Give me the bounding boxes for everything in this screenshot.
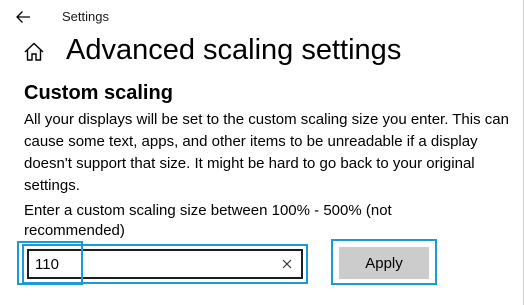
settings-window: Settings Advanced scaling settings Custo… <box>0 0 524 305</box>
home-icon <box>24 42 44 61</box>
back-button[interactable] <box>10 5 36 29</box>
app-title: Settings <box>62 9 109 24</box>
back-arrow-icon <box>16 11 30 23</box>
title-bar: Settings <box>0 0 524 34</box>
page-title: Advanced scaling settings <box>66 34 402 66</box>
scaling-field-label: Enter a custom scaling size between 100%… <box>24 202 392 239</box>
page-header: Advanced scaling settings <box>0 34 524 70</box>
home-button[interactable] <box>22 40 46 64</box>
section-title: Custom scaling <box>24 82 173 104</box>
warning-description: All your displays will be set to the cus… <box>24 111 509 194</box>
close-icon <box>282 259 292 269</box>
custom-scaling-field[interactable] <box>27 249 303 279</box>
apply-button[interactable]: Apply <box>339 247 429 279</box>
custom-scaling-input[interactable] <box>35 254 275 274</box>
clear-input-button[interactable] <box>279 256 295 272</box>
